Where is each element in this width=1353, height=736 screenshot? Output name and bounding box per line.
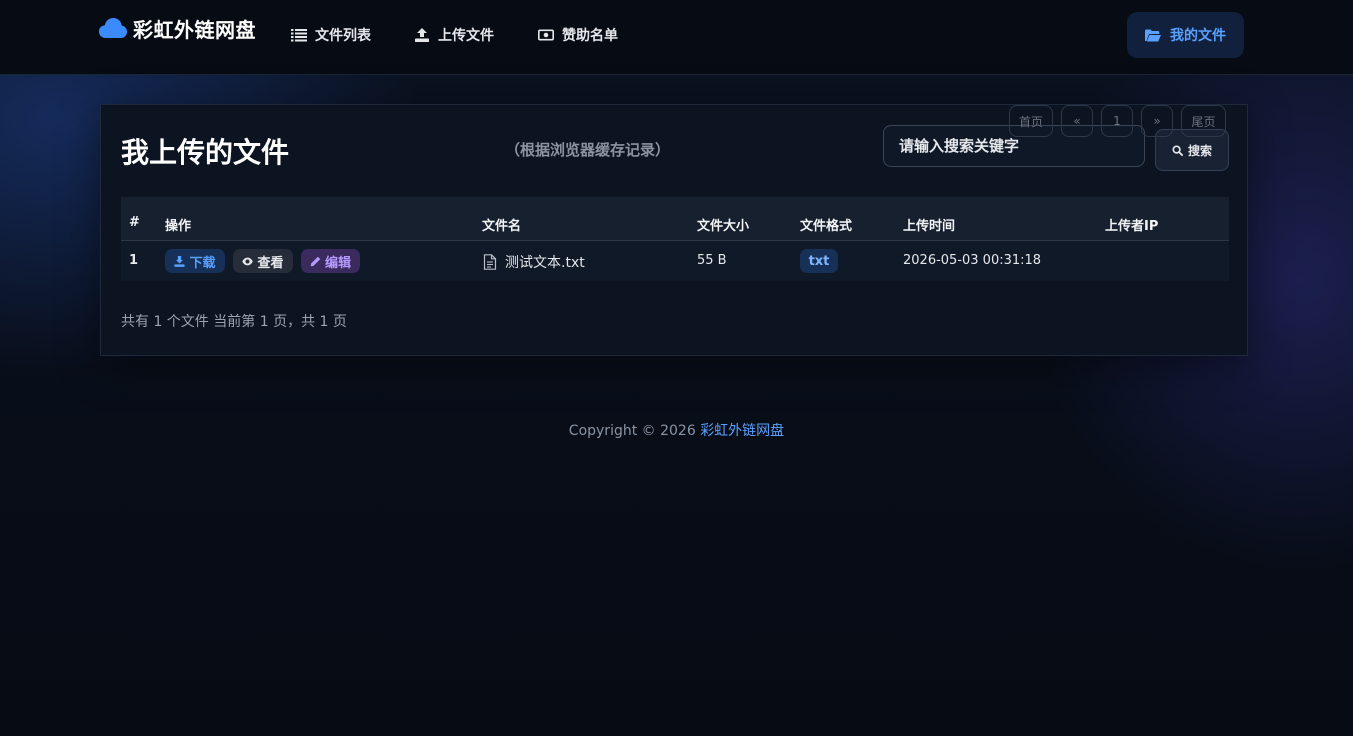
table-header: # 操作 文件名 文件大小 文件格式 上传时间 上传者IP <box>121 197 1229 241</box>
col-header-index: # <box>129 215 140 230</box>
my-uploads-card: 我上传的文件 （根据浏览器缓存记录） 搜索 # 操作 文件名 文件大小 文件格式… <box>100 104 1248 356</box>
download-icon <box>174 255 186 267</box>
col-header-filename: 文件名 <box>482 219 522 234</box>
pagination-summary: 共有 1 个文件 当前第 1 页，共 1 页 <box>121 314 347 330</box>
my-files-button[interactable]: 我的文件 <box>1127 12 1244 58</box>
view-label: 查看 <box>257 255 284 271</box>
download-button[interactable]: 下载 <box>165 249 225 273</box>
col-header-actions: 操作 <box>165 219 192 234</box>
upload-time: 2026-05-03 00:31:18 <box>903 253 1042 268</box>
next-page-button[interactable]: » <box>1141 105 1173 137</box>
file-size: 55 B <box>697 253 727 268</box>
nav-upload-file[interactable]: 上传文件 <box>414 24 494 46</box>
file-format-badge: txt <box>800 249 838 273</box>
nav-file-list[interactable]: 文件列表 <box>291 24 371 46</box>
col-header-format: 文件格式 <box>800 219 853 234</box>
copyright-text: Copyright © 2026 <box>568 423 701 439</box>
list-icon <box>291 29 307 42</box>
col-header-uploader-ip: 上传者IP <box>1105 219 1159 234</box>
upload-icon <box>415 28 429 42</box>
first-page-button[interactable]: 首页 <box>1009 105 1053 137</box>
top-navbar: 彩虹外链网盘 文件列表 上传文件 赞助名单 我的文件 <box>0 0 1353 75</box>
edit-button[interactable]: 编辑 <box>301 249 360 273</box>
my-files-label: 我的文件 <box>1170 28 1226 44</box>
view-button[interactable]: 查看 <box>233 249 293 273</box>
search-icon <box>1172 144 1183 156</box>
file-name: 测试文本.txt <box>505 255 585 271</box>
nav-sponsor-list[interactable]: 赞助名单 <box>538 24 618 46</box>
prev-page-button[interactable]: « <box>1061 105 1093 137</box>
brand-name: 彩虹外链网盘 <box>133 17 256 42</box>
pencil-icon <box>310 256 321 266</box>
search-button-label: 搜索 <box>1187 143 1212 158</box>
edit-label: 编辑 <box>324 255 351 271</box>
nav-upload-file-label: 上传文件 <box>438 28 494 44</box>
eye-icon <box>242 257 254 265</box>
download-label: 下载 <box>189 255 216 271</box>
cloud-icon <box>99 18 127 38</box>
col-header-size: 文件大小 <box>697 219 750 234</box>
last-page-button[interactable]: 尾页 <box>1181 105 1226 137</box>
page-title: 我上传的文件 <box>121 136 290 169</box>
folder-open-icon <box>1145 29 1161 41</box>
table-row: 1 下载 查看 编辑 测试文本.txt 55 B txt 2026-05-03 … <box>121 241 1229 281</box>
page-subtitle: （根据浏览器缓存记录） <box>505 141 671 159</box>
copyright-site-link[interactable]: 彩虹外链网盘 <box>700 423 784 439</box>
money-icon <box>538 29 554 41</box>
file-table: # 操作 文件名 文件大小 文件格式 上传时间 上传者IP 1 下载 查看 编辑… <box>121 197 1229 281</box>
file-text-icon <box>483 254 497 270</box>
brand-logo[interactable]: 彩虹外链网盘 <box>99 14 256 42</box>
nav-sponsor-list-label: 赞助名单 <box>562 28 618 44</box>
page-number-button[interactable]: 1 <box>1101 105 1133 137</box>
col-header-upload-time: 上传时间 <box>903 219 956 234</box>
file-name-cell[interactable]: 测试文本.txt <box>483 252 585 272</box>
nav-file-list-label: 文件列表 <box>315 28 371 44</box>
copyright: Copyright © 2026 彩虹外链网盘 <box>0 420 1353 440</box>
row-index: 1 <box>129 253 139 268</box>
